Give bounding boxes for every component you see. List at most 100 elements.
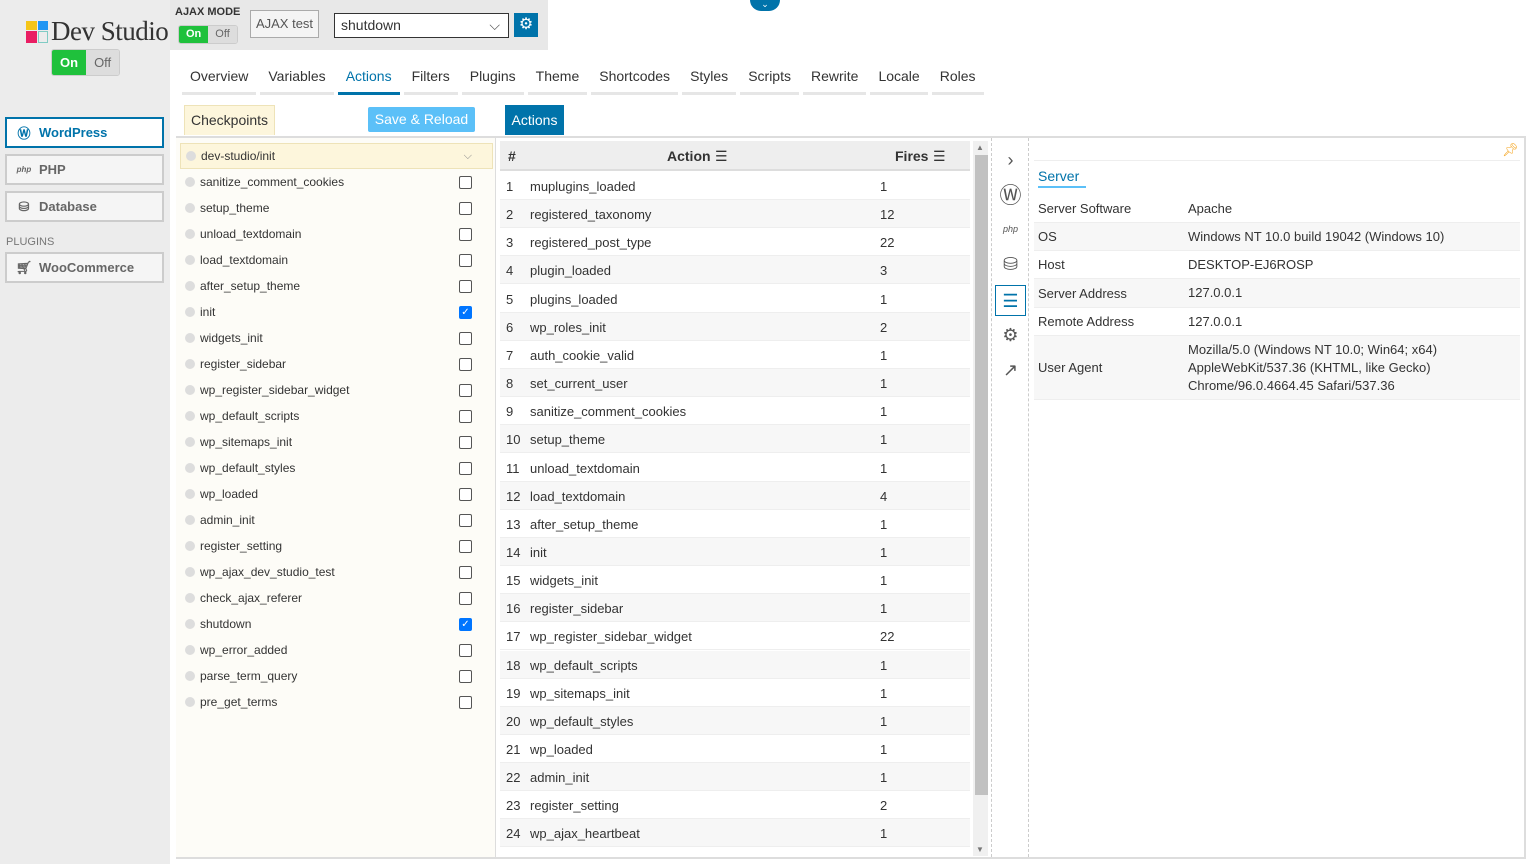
checkpoint-checkbox[interactable] xyxy=(459,669,472,683)
tab-plugins[interactable]: Plugins xyxy=(461,62,524,95)
sidebar-item-php[interactable]: php PHP xyxy=(5,154,164,185)
checkpoint-item[interactable]: check_ajax_referer xyxy=(180,585,493,611)
hook-select[interactable]: shutdown ⌵ xyxy=(334,13,509,38)
col-fires[interactable]: Fires xyxy=(895,148,928,164)
checkpoint-checkbox[interactable] xyxy=(459,331,472,345)
scrollbar[interactable]: ▲ ▼ xyxy=(973,141,988,856)
chevron-down-icon[interactable]: ⌵ xyxy=(464,150,472,163)
table-row[interactable]: 24 wp_ajax_heartbeat 1 xyxy=(500,819,970,848)
ajax-off[interactable]: Off xyxy=(208,26,237,43)
table-row[interactable]: 7 auth_cookie_valid 1 xyxy=(500,341,970,369)
checkpoint-item[interactable]: unload_textdomain xyxy=(180,221,493,247)
table-row[interactable]: 12 load_textdomain 4 xyxy=(500,481,970,510)
devstudio-toggle[interactable]: On Off xyxy=(51,49,121,76)
ajax-on[interactable]: On xyxy=(179,26,209,43)
checkpoint-checkbox[interactable] xyxy=(459,435,472,449)
checkpoints-tab[interactable]: Checkpoints xyxy=(184,105,275,135)
sidebar-item-wordpress[interactable]: Ⓦ WordPress xyxy=(5,117,164,148)
wordpress-icon[interactable]: Ⓦ xyxy=(995,180,1026,211)
pin-icon[interactable]: 📌︎ xyxy=(1502,142,1519,158)
table-row[interactable]: 14 init 1 xyxy=(500,537,970,566)
tab-actions[interactable]: Actions xyxy=(337,62,400,95)
table-row[interactable]: 22 admin_init 1 xyxy=(500,763,970,792)
database-icon[interactable]: ⛁ xyxy=(995,249,1026,280)
scroll-down-icon[interactable]: ▼ xyxy=(976,845,984,854)
table-row[interactable]: 21 wp_loaded 1 xyxy=(500,735,970,763)
sidebar-item-woocommerce[interactable]: 🛒︎ WooCommerce xyxy=(5,252,164,283)
save-reload-button[interactable]: Save & Reload xyxy=(368,107,475,132)
checkpoint-item[interactable]: widgets_init xyxy=(180,325,493,351)
tab-styles[interactable]: Styles xyxy=(682,62,737,95)
table-row[interactable]: 1 muplugins_loaded 1 xyxy=(500,172,970,200)
col-action[interactable]: Action xyxy=(667,148,711,164)
table-row[interactable]: 4 plugin_loaded 3 xyxy=(500,256,970,285)
checkpoint-checkbox[interactable]: ✓ xyxy=(459,305,472,319)
table-row[interactable]: 5 plugins_loaded 1 xyxy=(500,285,970,313)
checkpoint-checkbox[interactable] xyxy=(459,461,472,475)
checkpoint-item[interactable]: pre_get_terms xyxy=(180,689,493,715)
checkpoint-checkbox[interactable] xyxy=(459,695,472,709)
checkpoint-item[interactable]: wp_default_scripts xyxy=(180,403,493,429)
table-row[interactable]: 23 register_setting 2 xyxy=(500,791,970,820)
tab-scripts[interactable]: Scripts xyxy=(740,62,799,95)
checkpoint-item[interactable]: load_textdomain xyxy=(180,247,493,273)
php-icon[interactable]: php xyxy=(995,214,1026,245)
checkpoint-item[interactable]: setup_theme xyxy=(180,195,493,221)
checkpoint-checkbox[interactable] xyxy=(459,227,472,241)
toggle-on[interactable]: On xyxy=(52,50,87,75)
tab-theme[interactable]: Theme xyxy=(527,62,588,95)
checkpoint-item[interactable]: wp_register_sidebar_widget xyxy=(180,377,493,403)
tab-roles[interactable]: Roles xyxy=(931,62,984,95)
ajax-mode-toggle[interactable]: On Off xyxy=(178,25,238,44)
table-row[interactable]: 9 sanitize_comment_cookies 1 xyxy=(500,397,970,426)
table-row[interactable]: 15 widgets_init 1 xyxy=(500,566,970,595)
expand-chevron-icon[interactable]: › xyxy=(995,145,1026,176)
sidebar-item-database[interactable]: ⛁ Database xyxy=(5,191,164,222)
checkpoint-item[interactable]: wp_sitemaps_init xyxy=(180,429,493,455)
settings-gears-icon[interactable]: ⚙ xyxy=(995,320,1026,351)
checkpoint-item[interactable]: wp_error_added xyxy=(180,637,493,663)
toggle-off[interactable]: Off xyxy=(86,50,120,75)
scroll-up-icon[interactable]: ▲ xyxy=(976,143,984,152)
checkpoint-checkbox[interactable] xyxy=(459,565,472,579)
tab-rewrite[interactable]: Rewrite xyxy=(802,62,867,95)
checkpoint-item[interactable]: dev-studio/init ⌵ xyxy=(180,143,493,169)
checkpoint-checkbox[interactable] xyxy=(459,201,472,215)
tab-overview[interactable]: Overview xyxy=(182,62,257,95)
gear-icon[interactable]: ⚙ xyxy=(514,13,538,37)
checkpoint-checkbox[interactable] xyxy=(459,175,472,189)
checkpoint-checkbox[interactable] xyxy=(459,357,472,371)
tab-locale[interactable]: Locale xyxy=(870,62,928,95)
checkpoint-checkbox[interactable] xyxy=(459,253,472,267)
table-row[interactable]: 11 unload_textdomain 1 xyxy=(500,454,970,482)
checkpoint-item[interactable]: register_setting xyxy=(180,533,493,559)
sort-icon[interactable]: ☰ xyxy=(933,148,946,165)
table-row[interactable]: 8 set_current_user 1 xyxy=(500,369,970,398)
checkpoint-checkbox[interactable] xyxy=(459,513,472,527)
table-row[interactable]: 16 register_sidebar 1 xyxy=(500,594,970,623)
table-row[interactable]: 6 wp_roles_init 2 xyxy=(500,312,970,341)
tab-shortcodes[interactable]: Shortcodes xyxy=(591,62,679,95)
checkpoint-checkbox[interactable] xyxy=(459,383,472,397)
checkpoint-item[interactable]: wp_default_styles xyxy=(180,455,493,481)
checkpoint-item[interactable]: sanitize_comment_cookies xyxy=(180,169,493,195)
checkpoint-checkbox[interactable]: ✓ xyxy=(459,617,472,631)
table-row[interactable]: 17 wp_register_sidebar_widget 22 xyxy=(500,622,970,651)
tab-filters[interactable]: Filters xyxy=(403,62,458,95)
actions-button[interactable]: Actions xyxy=(505,105,564,135)
collapse-chevron-icon[interactable]: ⌄ xyxy=(750,0,780,11)
checkpoint-item[interactable]: wp_ajax_dev_studio_test xyxy=(180,559,493,585)
analytics-search-icon[interactable]: ↗ xyxy=(995,355,1026,386)
checkpoint-item[interactable]: shutdown ✓ xyxy=(180,611,493,637)
checkpoint-item[interactable]: wp_loaded xyxy=(180,481,493,507)
table-row[interactable]: 2 registered_taxonomy 12 xyxy=(500,200,970,229)
table-row[interactable]: 13 after_setup_theme 1 xyxy=(500,510,970,538)
table-row[interactable]: 18 wp_default_scripts 1 xyxy=(500,650,970,679)
checkpoint-item[interactable]: admin_init xyxy=(180,507,493,533)
scrollbar-thumb[interactable] xyxy=(975,155,988,795)
table-row[interactable]: 19 wp_sitemaps_init 1 xyxy=(500,679,970,707)
table-row[interactable]: 10 setup_theme 1 xyxy=(500,425,970,454)
checkpoint-checkbox[interactable] xyxy=(459,487,472,501)
checkpoint-item[interactable]: register_sidebar xyxy=(180,351,493,377)
table-row[interactable]: 3 registered_post_type 22 xyxy=(500,228,970,257)
